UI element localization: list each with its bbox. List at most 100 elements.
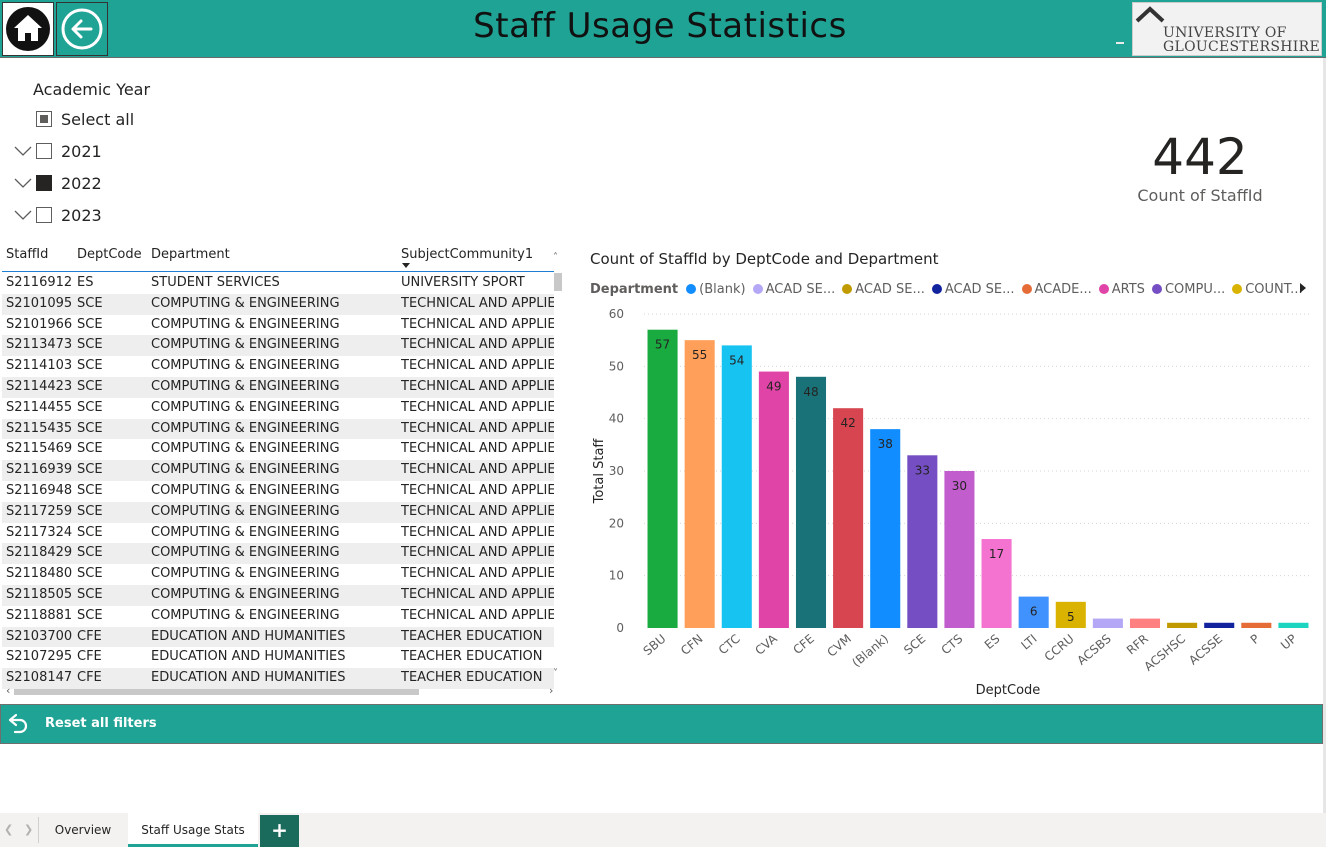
scroll-left-icon[interactable]: ‹ bbox=[6, 684, 10, 697]
back-button[interactable] bbox=[56, 2, 108, 56]
horizontal-scroll-thumb[interactable] bbox=[14, 689, 419, 695]
data-label: 54 bbox=[729, 353, 744, 367]
legend-dot-icon bbox=[686, 284, 697, 294]
table-cell: TEACHER EDUCATION bbox=[401, 670, 543, 686]
scroll-down-icon[interactable]: ˅ bbox=[553, 668, 558, 679]
data-label: 33 bbox=[915, 463, 930, 477]
legend-item[interactable]: (Blank) bbox=[686, 282, 746, 297]
table-row[interactable]: S2101966 SCE COMPUTING & ENGINEERING TECHNI… bbox=[2, 315, 554, 336]
home-button[interactable] bbox=[2, 2, 54, 56]
legend-item[interactable]: ACADE... bbox=[1021, 282, 1092, 297]
legend-item[interactable]: ACAD SE... bbox=[752, 282, 835, 297]
x-axis-label: DeptCode bbox=[976, 683, 1041, 698]
bar[interactable] bbox=[907, 455, 938, 628]
bar[interactable] bbox=[1241, 622, 1272, 628]
slicer-item-2023[interactable]: 2023 bbox=[10, 203, 102, 227]
scroll-right-icon[interactable]: › bbox=[549, 684, 553, 697]
table-cell: TECHNICAL AND APPLIED bbox=[401, 524, 554, 540]
bar[interactable] bbox=[795, 376, 827, 628]
column-header-department[interactable]: Department bbox=[151, 247, 230, 262]
undo-icon bbox=[8, 713, 28, 734]
table-row[interactable]: S2115469 SCE COMPUTING & ENGINEERING TECHNI… bbox=[2, 439, 554, 460]
bar[interactable] bbox=[1204, 622, 1235, 628]
vertical-scroll-thumb[interactable] bbox=[554, 273, 562, 291]
table-row[interactable]: S2103700 CFE EDUCATION AND HUMANITIES TEACH… bbox=[2, 626, 554, 648]
tab-prev-icon[interactable]: ❮ bbox=[4, 823, 13, 836]
select-all-checkbox[interactable] bbox=[36, 111, 52, 127]
table-cell: SCE bbox=[77, 524, 103, 540]
column-header-staffid[interactable]: StaffId bbox=[6, 247, 48, 262]
table-row[interactable]: S2113473 SCE COMPUTING & ENGINEERING TECHNI… bbox=[2, 335, 554, 357]
table-row[interactable]: S2117259 SCE COMPUTING & ENGINEERING TECHNI… bbox=[2, 501, 554, 523]
data-label: 55 bbox=[692, 348, 707, 362]
horizontal-scrollbar[interactable]: ‹ › bbox=[6, 684, 553, 697]
data-label: 38 bbox=[878, 437, 893, 451]
x-tick-label: LTI bbox=[1018, 632, 1039, 653]
table-cell: STUDENT SERVICES bbox=[151, 275, 280, 290]
table-row[interactable]: S2116912 ES STUDENT SERVICES UNIVERSITY SPO… bbox=[2, 273, 554, 294]
table-row[interactable]: S2118480 SCE COMPUTING & ENGINEERING TECHNI… bbox=[2, 564, 554, 585]
chevron-down-icon[interactable] bbox=[10, 178, 36, 188]
bar[interactable] bbox=[944, 471, 975, 628]
x-tick-label: (Blank) bbox=[849, 632, 891, 670]
bar[interactable] bbox=[684, 340, 715, 628]
table-row[interactable]: S2118881 SCE COMPUTING & ENGINEERING TECHNI… bbox=[2, 606, 554, 627]
data-label: 6 bbox=[1030, 605, 1038, 619]
bar[interactable] bbox=[1167, 622, 1198, 628]
scroll-up-icon[interactable]: ˄ bbox=[553, 252, 558, 263]
table-cell: TECHNICAL AND APPLIED bbox=[401, 566, 554, 582]
table-row[interactable]: S2115435 SCE COMPUTING & ENGINEERING TECHNI… bbox=[2, 418, 554, 440]
slicer-item-select-all[interactable]: Select all bbox=[36, 107, 134, 131]
table-row[interactable]: S2107295 CFE EDUCATION AND HUMANITIES TEACH… bbox=[2, 647, 554, 668]
header-divider bbox=[1116, 42, 1124, 44]
bar[interactable] bbox=[721, 345, 752, 628]
legend-item[interactable]: COMPU... bbox=[1151, 282, 1225, 297]
column-header-deptcode[interactable]: DeptCode bbox=[77, 247, 142, 262]
column-header-subjectcommunity1[interactable]: SubjectCommunity1 bbox=[401, 247, 533, 262]
bar[interactable] bbox=[1092, 618, 1123, 628]
chevron-down-icon[interactable] bbox=[10, 146, 36, 156]
table-row[interactable]: S2114423 SCE COMPUTING & ENGINEERING TECHNI… bbox=[2, 376, 554, 398]
legend-next-arrow-icon[interactable] bbox=[1300, 283, 1306, 293]
table-cell: S2116912 bbox=[6, 275, 73, 290]
bar[interactable] bbox=[647, 329, 678, 628]
tab-next-icon[interactable]: ❯ bbox=[24, 823, 33, 836]
table-row[interactable]: S2114103 SCE COMPUTING & ENGINEERING TECHNI… bbox=[2, 356, 554, 377]
table-cell: S2118429 bbox=[6, 545, 73, 561]
x-tick-label: CVM bbox=[824, 632, 854, 660]
table-cell: S2113473 bbox=[6, 337, 73, 353]
table-cell: S2116948 bbox=[6, 482, 73, 498]
table-row[interactable]: S2116948 SCE COMPUTING & ENGINEERING TECHNI… bbox=[2, 481, 554, 502]
vertical-scrollbar[interactable]: ˄ ˅ bbox=[553, 252, 562, 679]
legend-item[interactable]: ACAD SE... bbox=[842, 282, 925, 297]
bar[interactable] bbox=[1278, 622, 1309, 628]
bar[interactable] bbox=[833, 408, 864, 628]
table-row[interactable]: S2108147 CFE EDUCATION AND HUMANITIES TEACH… bbox=[2, 668, 554, 689]
tab-staff-usage-stats[interactable]: Staff Usage Stats bbox=[128, 813, 258, 847]
slicer-item-2022[interactable]: 2022 bbox=[10, 171, 102, 195]
year-2023-checkbox[interactable] bbox=[36, 207, 52, 223]
slicer-item-2021[interactable]: 2021 bbox=[10, 139, 102, 163]
table-cell: SCE bbox=[77, 295, 103, 311]
report-canvas: Staff Usage Statistics UNIVERSITY OF GLO… bbox=[0, 0, 1326, 847]
slicer-item-label: 2022 bbox=[61, 173, 102, 193]
table-row[interactable]: S2117324 SCE COMPUTING & ENGINEERING TECHNI… bbox=[2, 523, 554, 544]
bar[interactable] bbox=[870, 429, 901, 628]
chevron-down-icon[interactable] bbox=[10, 210, 36, 220]
legend-item[interactable]: ACAD SE... bbox=[931, 282, 1015, 297]
reset-filters-button[interactable]: Reset all filters bbox=[0, 704, 1323, 744]
year-2022-checkbox[interactable] bbox=[36, 175, 52, 191]
year-2021-checkbox[interactable] bbox=[36, 143, 52, 159]
legend-item[interactable]: ARTS bbox=[1098, 282, 1145, 297]
table-row[interactable]: S2116939 SCE COMPUTING & ENGINEERING TECHNI… bbox=[2, 460, 554, 481]
bar[interactable] bbox=[758, 371, 789, 628]
tab-overview[interactable]: Overview bbox=[40, 813, 126, 847]
table-row[interactable]: S2118429 SCE COMPUTING & ENGINEERING TECHNI… bbox=[2, 543, 554, 565]
bar[interactable] bbox=[1129, 618, 1161, 628]
table-row[interactable]: S2114455 SCE COMPUTING & ENGINEERING TECHNI… bbox=[2, 398, 554, 419]
add-page-button[interactable]: + bbox=[260, 815, 299, 847]
table-row[interactable]: S2118505 SCE COMPUTING & ENGINEERING TECHNI… bbox=[2, 584, 554, 606]
legend-item[interactable]: COUNT... bbox=[1232, 282, 1303, 297]
table-cell: S2117324 bbox=[6, 524, 73, 540]
table-row[interactable]: S2101095 SCE COMPUTING & ENGINEERING TECHNI… bbox=[2, 293, 554, 315]
